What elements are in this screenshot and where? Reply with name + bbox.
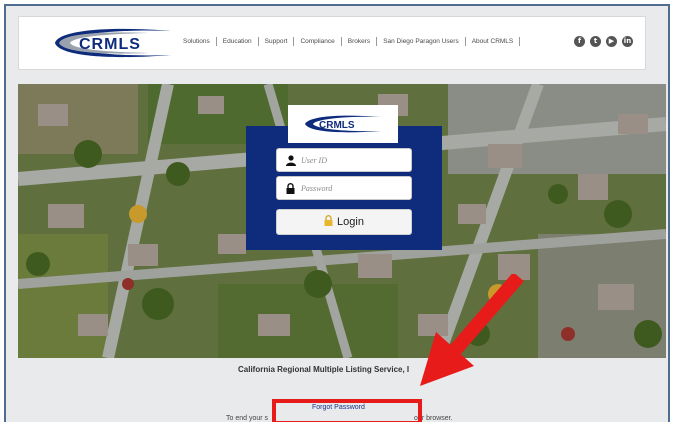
svg-text:CRMLS: CRMLS: [319, 120, 355, 131]
nav-solutions[interactable]: Solutions: [177, 37, 217, 46]
nav-san-diego-paragon-users[interactable]: San Diego Paragon Users: [377, 37, 466, 46]
site-header: CRMLS Solutions Education Support Compli…: [18, 16, 646, 70]
social-links: f t ▶ in: [574, 36, 633, 47]
nav-brokers[interactable]: Brokers: [342, 37, 378, 46]
twitter-icon[interactable]: t: [590, 36, 601, 47]
nav-about-crmls[interactable]: About CRMLS: [466, 37, 521, 46]
user-id-input[interactable]: [301, 155, 401, 165]
login-logo: CRMLS: [288, 105, 398, 143]
nav-education[interactable]: Education: [217, 37, 259, 46]
nav-compliance[interactable]: Compliance: [294, 37, 342, 46]
logout-text-left: To end your s: [226, 415, 269, 422]
main-nav: Solutions Education Support Compliance B…: [177, 37, 521, 46]
linkedin-icon[interactable]: in: [622, 36, 633, 47]
facebook-icon[interactable]: f: [574, 36, 585, 47]
lock-icon: [285, 182, 296, 194]
annotation-arrow-icon: [420, 274, 524, 386]
password-input[interactable]: [301, 183, 401, 193]
password-field[interactable]: [276, 176, 412, 200]
padlock-icon: [324, 213, 333, 231]
login-button-label: Login: [337, 216, 364, 228]
footer-tagline: California Regional Multiple Listing Ser…: [238, 365, 410, 374]
svg-text:CRMLS: CRMLS: [79, 36, 141, 53]
nav-support[interactable]: Support: [259, 37, 295, 46]
login-button[interactable]: Login: [276, 209, 412, 235]
user-icon: [285, 154, 296, 166]
forgot-password-highlight-box: [272, 399, 422, 422]
youtube-icon[interactable]: ▶: [606, 36, 617, 47]
browser-frame: CRMLS Solutions Education Support Compli…: [4, 4, 670, 422]
crmls-logo[interactable]: CRMLS: [49, 26, 175, 60]
user-id-field[interactable]: [276, 148, 412, 172]
